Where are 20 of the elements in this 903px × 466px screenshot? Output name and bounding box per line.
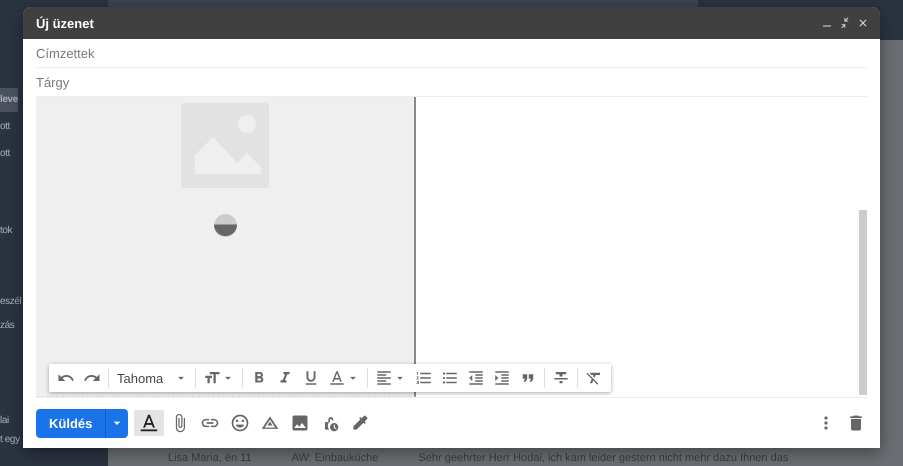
loading-spinner-icon	[212, 213, 238, 238]
window-title: Új üzenet	[36, 16, 95, 30]
sidebar-item[interactable]: ott	[0, 115, 10, 139]
sidebar-item[interactable]: tok	[0, 219, 12, 243]
sidebar-item[interactable]: lai	[0, 409, 9, 433]
text-format-icon[interactable]	[138, 412, 160, 434]
text-color-icon[interactable]	[328, 369, 346, 387]
sidebar-item[interactable]: leve	[0, 88, 18, 112]
emoji-icon[interactable]	[230, 413, 250, 433]
scrollbar[interactable]	[859, 210, 867, 395]
exit-full-screen-icon[interactable]	[839, 17, 851, 29]
photo-icon[interactable]	[290, 413, 310, 433]
align-icon[interactable]	[375, 369, 393, 387]
formatting-options-button[interactable]	[134, 410, 164, 436]
sidebar-item[interactable]: zás	[0, 314, 14, 338]
sidebar-item[interactable]: t egy	[0, 433, 20, 447]
sidebar-item[interactable]: ott	[0, 142, 10, 166]
close-icon[interactable]	[857, 17, 869, 29]
font-dropdown[interactable]: Tahoma	[113, 366, 191, 390]
sidebar-item[interactable]: eszél	[0, 290, 22, 314]
